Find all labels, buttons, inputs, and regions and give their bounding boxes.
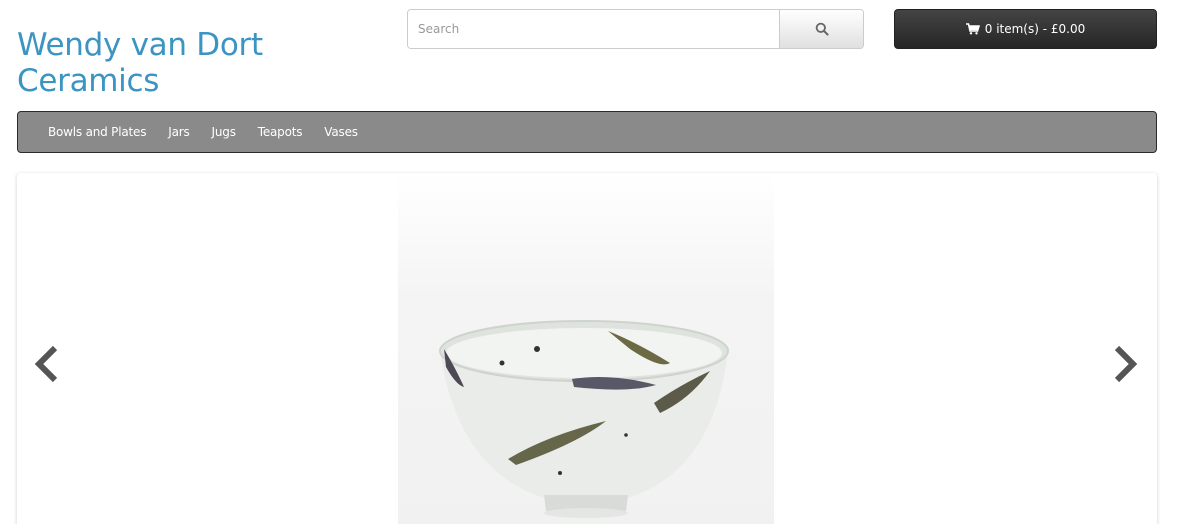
slideshow-next-button[interactable] [1113,345,1139,387]
slideshow [17,173,1157,524]
menu-item-vases[interactable]: Vases [313,125,369,139]
logo-line-1: Wendy van Dort [17,27,263,63]
menu-item-jugs[interactable]: Jugs [201,125,247,139]
search-icon [815,22,829,36]
chevron-left-icon [34,345,58,383]
category-menu: Bowls and Plates Jars Jugs Teapots Vases [17,111,1157,153]
menu-item-jars[interactable]: Jars [157,125,200,139]
chevron-right-icon [1114,345,1138,383]
search-input[interactable] [408,10,779,48]
menu-item-teapots[interactable]: Teapots [247,125,314,139]
slideshow-prev-button[interactable] [33,345,59,387]
cart-button[interactable]: 0 item(s) - £0.00 [894,9,1157,49]
store-logo[interactable]: Wendy van Dort Ceramics [17,27,347,99]
menu-item-bowls-and-plates[interactable]: Bowls and Plates [37,125,157,139]
cart-total: 0 item(s) - £0.00 [984,22,1086,36]
search-bar [407,9,864,49]
shopping-cart-icon [965,23,980,35]
slide-image-ceramic-bowl[interactable] [398,173,774,524]
logo-line-2: Ceramics [17,63,160,99]
bowl-illustration [439,320,729,518]
search-button[interactable] [779,10,863,48]
